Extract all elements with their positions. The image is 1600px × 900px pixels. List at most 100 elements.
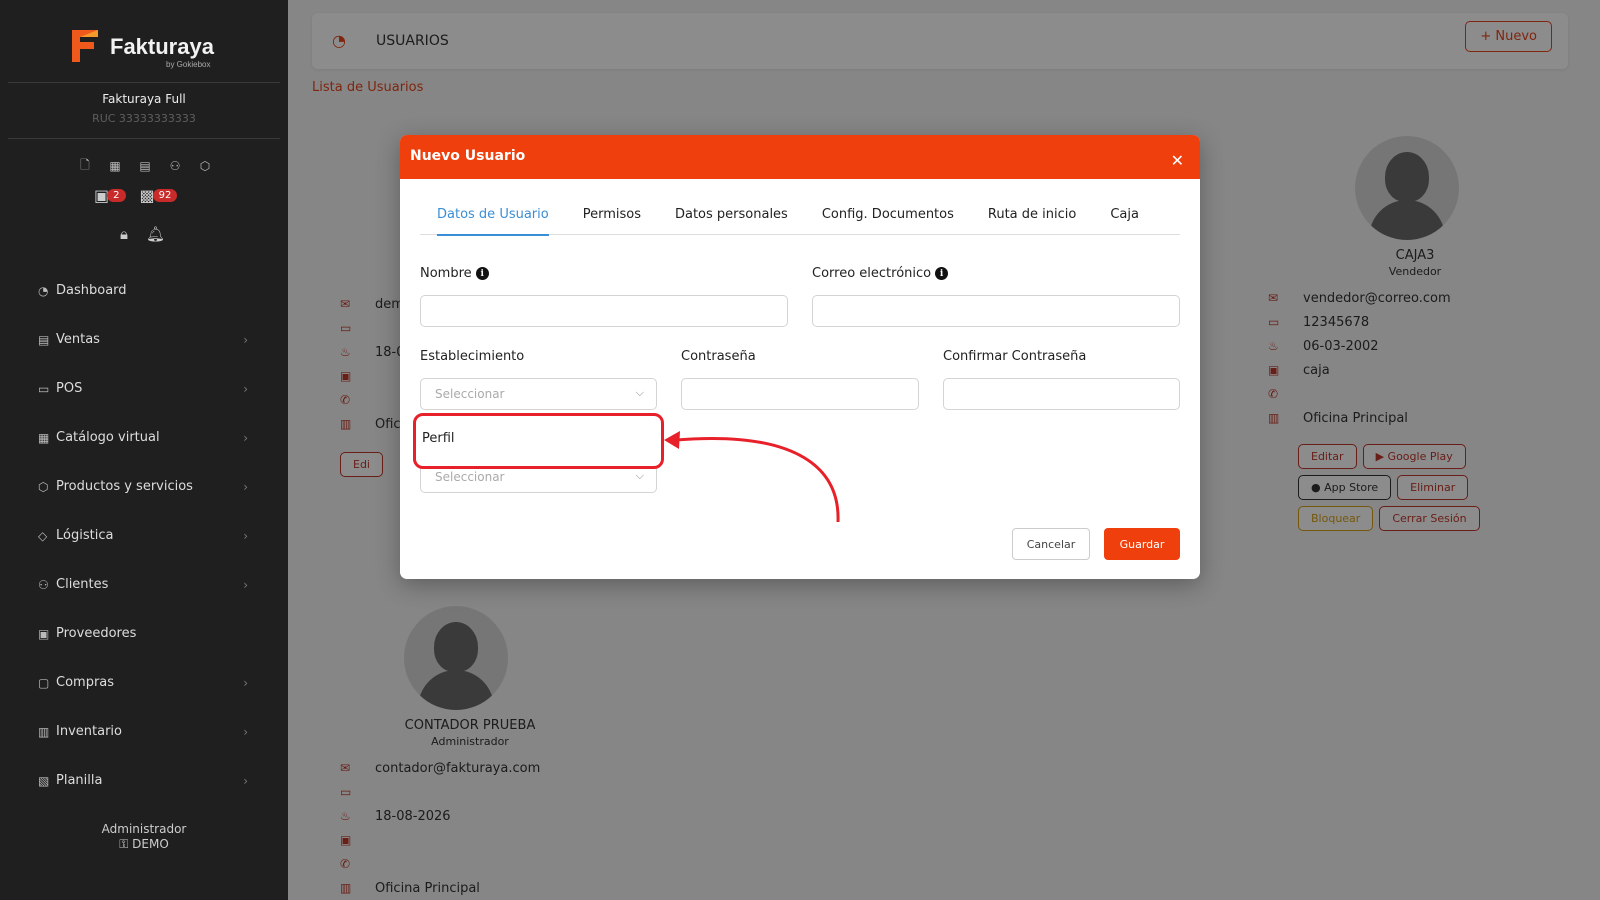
sidebar-item-label: Inventario — [56, 724, 122, 739]
quick-actions: 🗋 ▦ ▤ ⚇ ⬡ — [76, 157, 214, 175]
confirmar-label: Confirmar Contraseña — [943, 349, 1087, 364]
modal-title: Nuevo Usuario — [410, 148, 526, 164]
user-name: DEMO — [132, 837, 169, 851]
info-icon[interactable]: i — [475, 267, 489, 280]
id-badge-icon: ▧ — [38, 773, 50, 788]
sidebar-item-label: Catálogo virtual — [56, 430, 160, 445]
sidebar-divider — [8, 138, 280, 139]
chevron-down-icon: ⌵ — [635, 469, 644, 482]
sidebar-item-ventas[interactable]: ▤ Ventas › — [38, 315, 248, 364]
chevron-right-icon: › — [243, 430, 248, 445]
sidebar-item-label: Productos y servicios — [56, 479, 193, 494]
sidebar-item-label: Dashboard — [56, 283, 127, 298]
store-icon: ▦ — [38, 430, 50, 445]
book-icon: ▥ — [38, 724, 50, 739]
close-icon[interactable]: ✕ — [1171, 153, 1184, 169]
sidebar-menu: ◔ Dashboard ▤ Ventas › ▭ POS › ▦ Catálogo virtual… — [38, 266, 248, 805]
correo-label: Correo electrónico i — [812, 266, 949, 281]
sidebar-item-label: Planilla — [56, 773, 103, 788]
tab-datos-personales[interactable]: Datos personales — [658, 195, 805, 235]
new-document-icon[interactable]: 🗋 — [76, 157, 94, 175]
sidebar-divider — [8, 82, 280, 83]
sidebar-item-label: Clientes — [56, 577, 109, 592]
cancel-button[interactable]: Cancelar — [1012, 528, 1090, 560]
sidebar-item-planilla[interactable]: ▧ Planilla › — [38, 756, 248, 805]
dashboard-icon: ◔ — [38, 283, 49, 298]
chevron-right-icon: › — [243, 577, 248, 592]
packages-notification[interactable]: ▩ 92 — [140, 186, 178, 205]
sidebar-item-lógistica[interactable]: ◇ Lógistica › — [38, 511, 248, 560]
store-icon[interactable]: ▦ — [106, 157, 124, 175]
monitor-icon: ▭ — [38, 381, 50, 396]
correo-label-text: Correo electrónico — [812, 266, 932, 281]
brand-logo[interactable]: Fakturaya by Gokiebox — [66, 24, 226, 70]
perfil-placeholder: Seleccionar — [435, 470, 505, 484]
sidebar-item-compras[interactable]: ▢ Compras › — [38, 658, 248, 707]
chevron-right-icon: › — [243, 675, 248, 690]
tag-icon: ◇ — [38, 528, 48, 543]
chevron-right-icon: › — [243, 381, 248, 396]
users-icon[interactable]: ⚇ — [166, 157, 184, 175]
tab-permisos[interactable]: Permisos — [566, 195, 658, 235]
lock-icon[interactable]: 🔒︎ — [120, 225, 128, 243]
notification-row: ▣ 2 ▩ 92 — [94, 186, 178, 205]
info-icon[interactable]: i — [935, 267, 949, 280]
sidebar-item-clientes[interactable]: ⚇ Clientes › — [38, 560, 248, 609]
user-role: Administrador — [101, 822, 187, 836]
nombre-label-text: Nombre — [420, 266, 472, 281]
tab-ruta-de-inicio[interactable]: Ruta de inicio — [971, 195, 1093, 235]
sidebar-item-dashboard[interactable]: ◔ Dashboard — [38, 266, 248, 315]
correo-input[interactable] — [812, 295, 1180, 327]
packages-badge: 92 — [152, 189, 178, 202]
save-button[interactable]: Guardar — [1104, 528, 1180, 560]
company-ruc: RUC 33333333333 — [92, 112, 196, 125]
chevron-right-icon: › — [243, 724, 248, 739]
calculator-icon[interactable]: ▤ — [136, 157, 154, 175]
sidebar-item-inventario[interactable]: ▥ Inventario › — [38, 707, 248, 756]
chevron-down-icon: ⌵ — [635, 386, 644, 399]
new-user-modal: Nuevo Usuario ✕ Datos de Usuario Permisos… — [400, 135, 1200, 579]
key-icon: ⚿ — [119, 837, 129, 851]
calendar-notification[interactable]: ▣ 2 — [94, 186, 126, 205]
sidebar-item-productos-y-servicios[interactable]: ⬡ Productos y servicios › — [38, 462, 248, 511]
contrasena-label: Contraseña — [681, 349, 756, 364]
tab-datos-de-usuario[interactable]: Datos de Usuario — [420, 195, 566, 236]
tab-caja[interactable]: Caja — [1093, 195, 1156, 235]
chevron-right-icon: › — [243, 479, 248, 494]
establecimiento-label: Establecimiento — [420, 349, 525, 364]
sidebar: Fakturaya by Gokiebox Fakturaya Full RUC… — [0, 0, 288, 900]
sidebar-item-label: Proveedores — [56, 626, 137, 641]
brand-name: Fakturaya — [110, 34, 214, 59]
current-user[interactable]: Administrador ⚿ DEMO — [0, 822, 288, 852]
perfil-highlight: Perfil — [413, 413, 664, 469]
modal-header: Nuevo Usuario ✕ — [400, 135, 1200, 179]
establecimiento-select[interactable]: Seleccionar ⌵ — [420, 378, 657, 410]
company-name: Fakturaya Full — [102, 92, 186, 106]
contrasena-input[interactable] — [681, 378, 919, 410]
sidebar-item-proveedores[interactable]: ▣ Proveedores — [38, 609, 248, 658]
modal-tabs: Datos de Usuario Permisos Datos personales… — [420, 195, 1180, 236]
chevron-right-icon: › — [243, 332, 248, 347]
package-icon[interactable]: ⬡ — [196, 157, 214, 175]
brand-sub: by Gokiebox — [166, 60, 211, 69]
user-name-row: ⚿ DEMO — [0, 837, 288, 852]
tab-config-documentos[interactable]: Config. Documentos — [805, 195, 971, 235]
establecimiento-placeholder: Seleccionar — [435, 387, 505, 401]
chevron-right-icon: › — [243, 528, 248, 543]
sidebar-item-catálogo-virtual[interactable]: ▦ Catálogo virtual › — [38, 413, 248, 462]
sidebar-item-label: Ventas — [56, 332, 100, 347]
sidebar-item-pos[interactable]: ▭ POS › — [38, 364, 248, 413]
sidebar-item-label: Compras — [56, 675, 115, 690]
receipt-icon: ▤ — [38, 332, 50, 347]
nombre-input[interactable] — [420, 295, 788, 327]
box-icon: ⬡ — [38, 479, 49, 494]
bag-icon: ▢ — [38, 675, 50, 690]
bell-icon[interactable]: 🔔︎ — [146, 225, 165, 243]
calendar-badge: 2 — [107, 189, 126, 202]
confirmar-input[interactable] — [943, 378, 1180, 410]
users-icon: ⚇ — [38, 577, 49, 592]
briefcase-icon: ▣ — [38, 626, 50, 641]
chevron-right-icon: › — [243, 773, 248, 788]
sidebar-item-label: Lógistica — [56, 528, 114, 543]
fakturaya-logo-icon — [72, 30, 98, 62]
